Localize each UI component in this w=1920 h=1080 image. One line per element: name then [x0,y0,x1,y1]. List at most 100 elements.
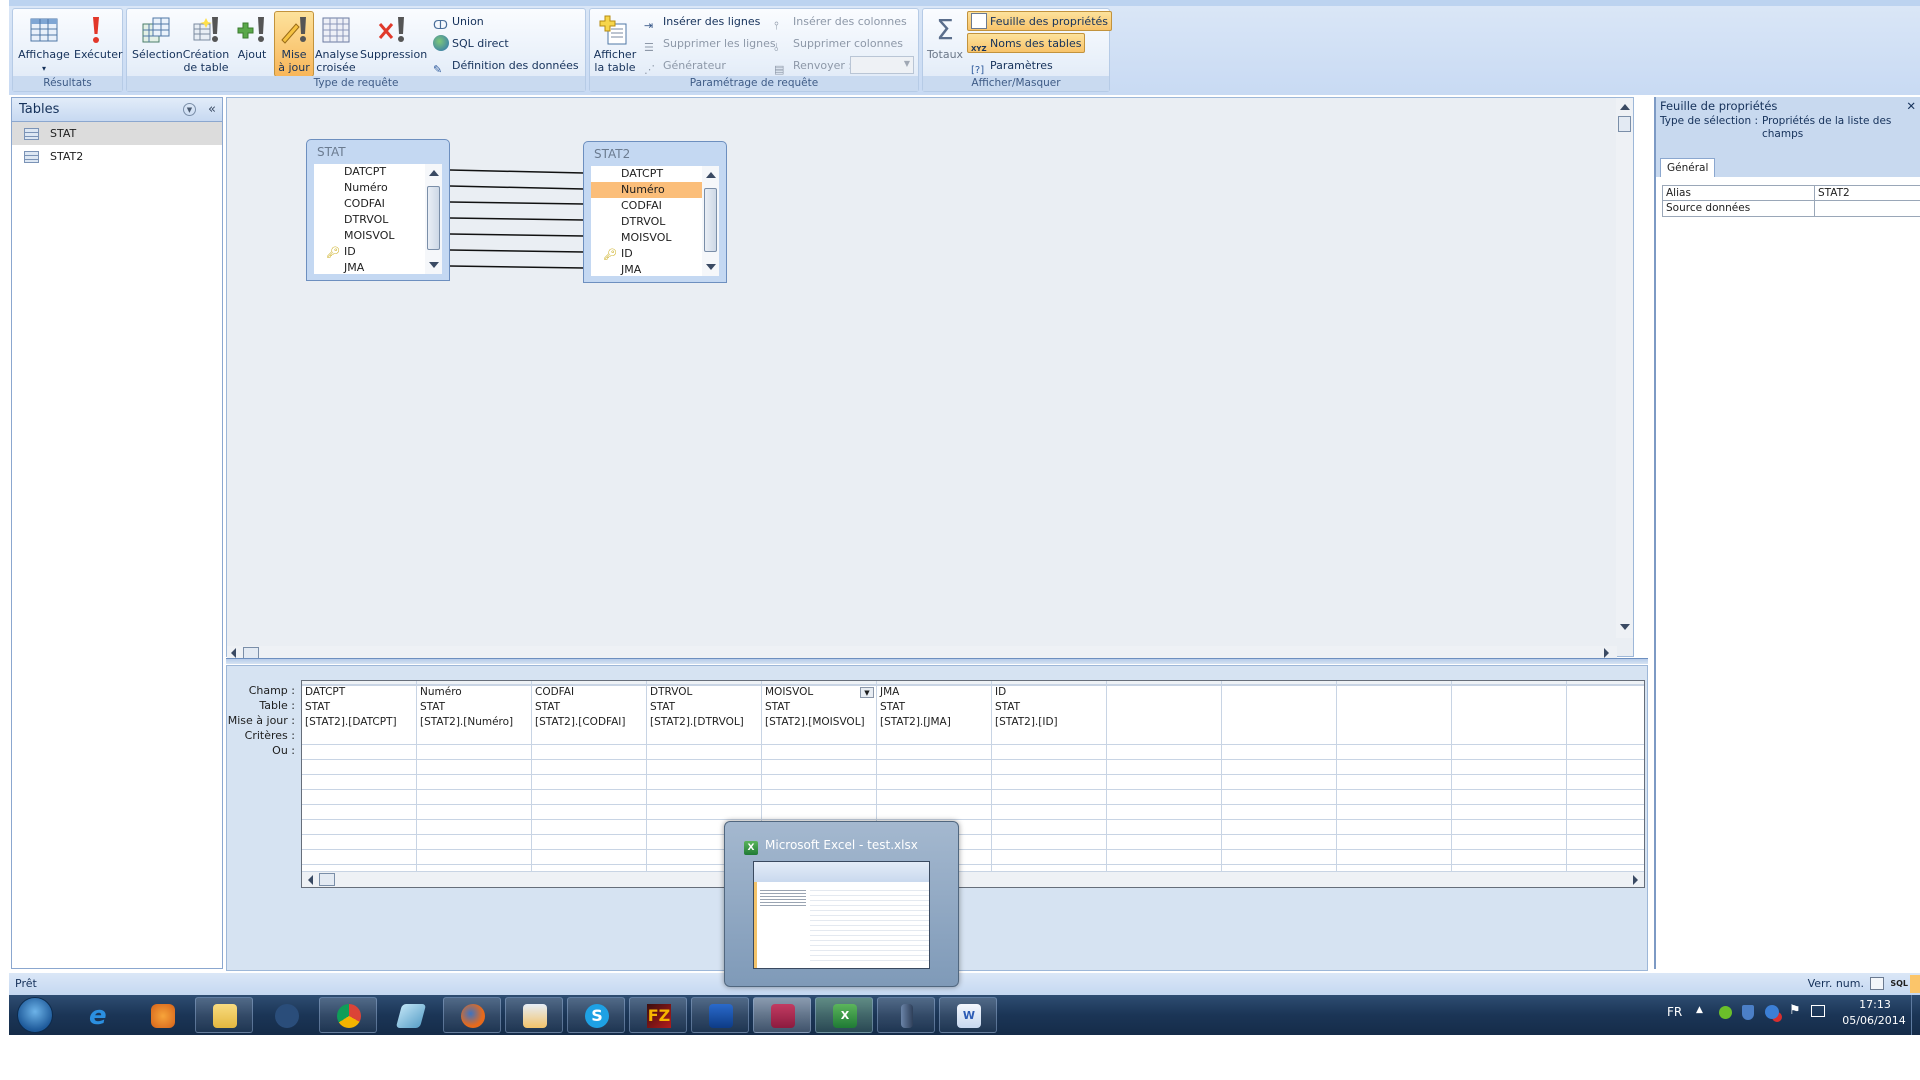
field-item[interactable]: JMA [314,260,442,276]
mise-a-jour-button[interactable]: Mise à jour [274,11,314,77]
cell-table[interactable]: STAT [877,700,991,715]
scroll-thumb[interactable] [427,186,440,250]
cell-champ[interactable]: ID [992,685,1106,700]
taskbar-access[interactable] [753,997,811,1033]
cell-table[interactable]: STAT [647,700,761,715]
definition-donnees-button[interactable]: ✎ Définition des données [429,55,583,76]
field-item[interactable]: DATCPT [314,164,442,180]
grid-column-empty[interactable] [1567,681,1644,887]
feuille-proprietes-button[interactable]: Feuille des propriétés [967,11,1113,31]
cell-champ[interactable]: Numéro [417,685,531,700]
generateur-button[interactable]: ⋰ Générateur [640,55,730,76]
scroll-down-icon[interactable] [706,264,716,270]
suppression-button[interactable]: Suppression [359,11,427,77]
taskbar-notepad[interactable] [381,997,439,1033]
table-title[interactable]: STAT2 [584,142,726,166]
scroll-thumb[interactable] [1618,116,1631,132]
cell-mise-a-jour[interactable]: [STAT2].[MOISVOL] [762,715,876,730]
taskbar-thumbnail-preview[interactable]: X Microsoft Excel - test.xlsx [724,821,959,987]
datasheet-view-icon[interactable] [1870,977,1884,990]
grid-column[interactable]: CODFAI STAT [STAT2].[CODFAI] [532,681,647,887]
supprimer-lignes-button[interactable]: ☰ Supprimer les lignes [640,33,780,54]
totaux-button[interactable]: Σ Totaux [925,11,965,77]
collapse-pane-icon[interactable]: « [208,98,216,122]
cell-champ[interactable]: DTRVOL [647,685,761,700]
scroll-right-icon[interactable] [1604,648,1609,658]
grid-column-empty[interactable] [1452,681,1567,887]
grid-column-empty[interactable] [1107,681,1222,887]
taskbar-word[interactable]: W [939,997,997,1033]
show-hidden-icons[interactable]: ▲ [1696,1005,1703,1015]
taskbar-remote-desktop[interactable] [691,997,749,1033]
join-line[interactable] [449,169,585,174]
sql-direct-button[interactable]: SQL direct [429,33,513,53]
field-item[interactable]: 🔑︎ ID [591,246,719,262]
query-design-area[interactable]: STAT DATCPT Numéro CODFAI DTRVOL MOISVOL… [226,97,1634,660]
afficher-table-button[interactable]: Afficher la table [592,11,638,77]
start-button[interactable] [17,997,53,1033]
clock-time[interactable]: 17:13 [1847,998,1903,1011]
tab-general[interactable]: Général [1660,158,1716,177]
supprimer-colonnes-button[interactable]: ⫰ Supprimer colonnes [770,33,907,54]
property-row[interactable]: Source données [1663,201,1920,216]
property-value-alias[interactable]: STAT2 [1815,186,1850,200]
tray-security-icon[interactable] [1719,1006,1732,1019]
field-list-scrollbar[interactable] [702,166,719,276]
network-icon[interactable] [1811,1005,1825,1017]
scroll-up-icon[interactable] [706,172,716,178]
cell-champ[interactable]: DATCPT [302,685,416,700]
grid-column[interactable]: DATCPT STAT [STAT2].[DATCPT] [302,681,417,887]
creation-table-button[interactable]: Création de table [181,11,231,77]
taskbar-mail[interactable] [505,997,563,1033]
field-item[interactable]: Numéro [314,180,442,196]
nav-header[interactable]: Tables ▼ « [12,98,222,122]
renvoyer-dropdown[interactable]: ▼ [850,56,914,74]
scroll-thumb[interactable] [319,873,335,886]
excel-window-preview[interactable] [753,861,930,969]
taskbar-skype[interactable]: S [567,997,625,1033]
field-list-scrollbar[interactable] [425,164,442,274]
field-item[interactable]: 🔑︎ ID [314,244,442,260]
scroll-thumb[interactable] [704,188,717,252]
cell-champ[interactable]: JMA [877,685,991,700]
union-button[interactable]: ↀ Union [429,11,488,32]
design-vertical-scrollbar[interactable] [1616,98,1633,638]
grid-column[interactable]: ID STAT [STAT2].[ID] [992,681,1107,887]
scroll-left-icon[interactable] [308,875,313,885]
taskbar-hp[interactable] [257,997,315,1033]
field-item[interactable]: CODFAI [591,198,719,214]
close-icon[interactable]: ✕ [1906,97,1916,115]
taskbar-excel[interactable]: X [815,997,873,1033]
noms-tables-button[interactable]: XYZ Noms des tables [967,33,1086,53]
join-line[interactable] [449,233,585,237]
join-line[interactable] [449,249,585,253]
executer-button[interactable]: Exécuter [73,11,123,77]
join-line[interactable] [449,185,585,190]
analyse-croisee-button[interactable]: Analyse croisée [314,11,358,77]
field-item[interactable]: CODFAI [314,196,442,212]
cell-mise-a-jour[interactable]: [STAT2].[JMA] [877,715,991,730]
tray-shield-icon[interactable] [1742,1005,1754,1020]
taskbar-chrome[interactable] [319,997,377,1033]
join-line[interactable] [449,217,585,221]
taskbar-filezilla[interactable]: FZ [629,997,687,1033]
language-indicator[interactable]: FR [1667,1005,1682,1019]
field-item[interactable]: DATCPT [591,166,719,182]
cell-table[interactable]: STAT [532,700,646,715]
field-dropdown-chevron-icon[interactable]: ▼ [860,687,874,698]
scroll-up-icon[interactable] [1620,104,1630,110]
ajout-button[interactable]: Ajout [231,11,273,77]
design-grid[interactable]: DATCPT STAT [STAT2].[DATCPT] Numéro STAT… [301,680,1645,888]
grid-column-empty[interactable] [1222,681,1337,887]
cell-table[interactable]: STAT [302,700,416,715]
cell-mise-a-jour[interactable]: [STAT2].[DATCPT] [302,715,416,730]
cell-mise-a-jour[interactable]: [STAT2].[DTRVOL] [647,715,761,730]
cell-table[interactable]: STAT [417,700,531,715]
clock-date[interactable]: 05/06/2014 [1841,1014,1907,1027]
cell-table[interactable]: STAT [992,700,1106,715]
action-center-flag-icon[interactable]: ⚑ [1789,1003,1801,1018]
table-title[interactable]: STAT [307,140,449,164]
field-item[interactable]: MOISVOL [591,230,719,246]
pane-splitter[interactable] [226,658,1648,664]
affichage-button[interactable]: Affichage ▾ [17,11,71,77]
